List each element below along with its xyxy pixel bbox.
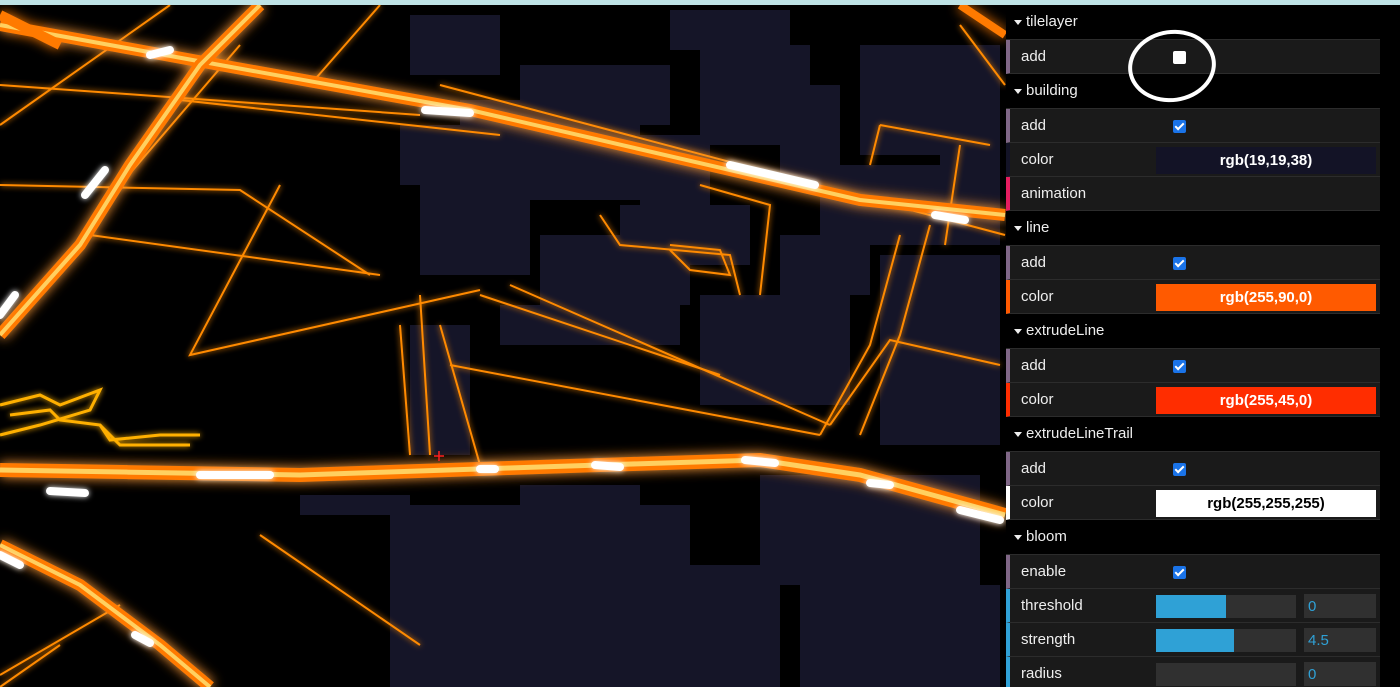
slider-fill xyxy=(1156,629,1235,652)
bloom-radius-slider[interactable] xyxy=(1156,663,1296,686)
extrudelinetrail-add-checkbox[interactable] xyxy=(1173,463,1186,476)
extrudeline-color-color-swatch[interactable]: rgb(255,45,0) xyxy=(1156,387,1376,414)
control-label: color xyxy=(1021,151,1054,168)
tilelayer-add-checkbox[interactable] xyxy=(1173,51,1186,64)
bloom-threshold-slider[interactable] xyxy=(1156,595,1296,618)
building-color-color-swatch[interactable]: rgb(19,19,38) xyxy=(1156,147,1376,174)
control-row-extrudelinetrail-color: color rgb(255,255,255) xyxy=(1006,486,1380,520)
control-row-extrudelinetrail-add: add xyxy=(1006,452,1380,486)
control-label: add xyxy=(1021,254,1047,271)
control-row-line-color: color rgb(255,90,0) xyxy=(1006,280,1380,314)
control-label: radius xyxy=(1021,665,1062,682)
folder-line-title[interactable]: line xyxy=(1006,211,1380,246)
control-row-extrudeline-color: color rgb(255,45,0) xyxy=(1006,383,1380,417)
folder-title-label: extrudeLine xyxy=(1026,322,1105,339)
control-row-building-animation[interactable]: animation xyxy=(1006,177,1380,211)
folder-extrudeline-title[interactable]: extrudeLine xyxy=(1006,314,1380,349)
triangle-down-icon xyxy=(1014,432,1022,437)
control-row-extrudeline-add: add xyxy=(1006,349,1380,383)
folder-title-label: tilelayer xyxy=(1026,13,1078,30)
control-row-bloom-enable: enable xyxy=(1006,555,1380,589)
folder-title-label: bloom xyxy=(1026,528,1067,545)
control-label: add xyxy=(1021,48,1047,65)
extrudelinetrail-color-color-swatch[interactable]: rgb(255,255,255) xyxy=(1156,490,1376,517)
folder-tilelayer-title[interactable]: tilelayer xyxy=(1006,5,1380,40)
control-row-building-add: add xyxy=(1006,109,1380,143)
triangle-down-icon xyxy=(1014,226,1022,231)
folder-extrudelinetrail-title[interactable]: extrudeLineTrail xyxy=(1006,417,1380,452)
control-label: color xyxy=(1021,494,1054,511)
triangle-down-icon xyxy=(1014,89,1022,94)
slider-fill xyxy=(1156,595,1226,618)
folder-title-label: extrudeLineTrail xyxy=(1026,425,1133,442)
control-row-bloom-radius: radius 0 xyxy=(1006,657,1380,687)
folder-bloom-title[interactable]: bloom xyxy=(1006,520,1380,555)
bloom-threshold-number-input[interactable]: 0 xyxy=(1304,594,1376,618)
control-label: add xyxy=(1021,357,1047,374)
extrudeline-add-checkbox[interactable] xyxy=(1173,360,1186,373)
building-add-checkbox[interactable] xyxy=(1173,120,1186,133)
control-label: add xyxy=(1021,460,1047,477)
triangle-down-icon xyxy=(1014,535,1022,540)
control-label: color xyxy=(1021,391,1054,408)
folder-title-label: line xyxy=(1026,219,1050,236)
control-label: add xyxy=(1021,117,1047,134)
dat-gui-panel: tilelayer add building add color rgb(19,19,38… xyxy=(1006,5,1380,687)
line-color-color-swatch[interactable]: rgb(255,90,0) xyxy=(1156,284,1376,311)
control-label: threshold xyxy=(1021,597,1083,614)
bloom-radius-number-input[interactable]: 0 xyxy=(1304,662,1376,686)
control-label: enable xyxy=(1021,563,1067,580)
bloom-strength-number-input[interactable]: 4.5 xyxy=(1304,628,1376,652)
control-row-building-color: color rgb(19,19,38) xyxy=(1006,143,1380,177)
control-row-tilelayer-add: add xyxy=(1006,40,1380,74)
folder-building-title[interactable]: building xyxy=(1006,74,1380,109)
bloom-strength-slider[interactable] xyxy=(1156,629,1296,652)
triangle-down-icon xyxy=(1014,20,1022,25)
line-add-checkbox[interactable] xyxy=(1173,257,1186,270)
control-row-bloom-threshold: threshold 0 xyxy=(1006,589,1380,623)
control-label: strength xyxy=(1021,631,1076,648)
control-label: animation xyxy=(1021,185,1087,202)
control-row-line-add: add xyxy=(1006,246,1380,280)
folder-title-label: building xyxy=(1026,82,1078,99)
control-label: color xyxy=(1021,288,1054,305)
control-row-bloom-strength: strength 4.5 xyxy=(1006,623,1380,657)
bloom-enable-checkbox[interactable] xyxy=(1173,566,1186,579)
triangle-down-icon xyxy=(1014,329,1022,334)
